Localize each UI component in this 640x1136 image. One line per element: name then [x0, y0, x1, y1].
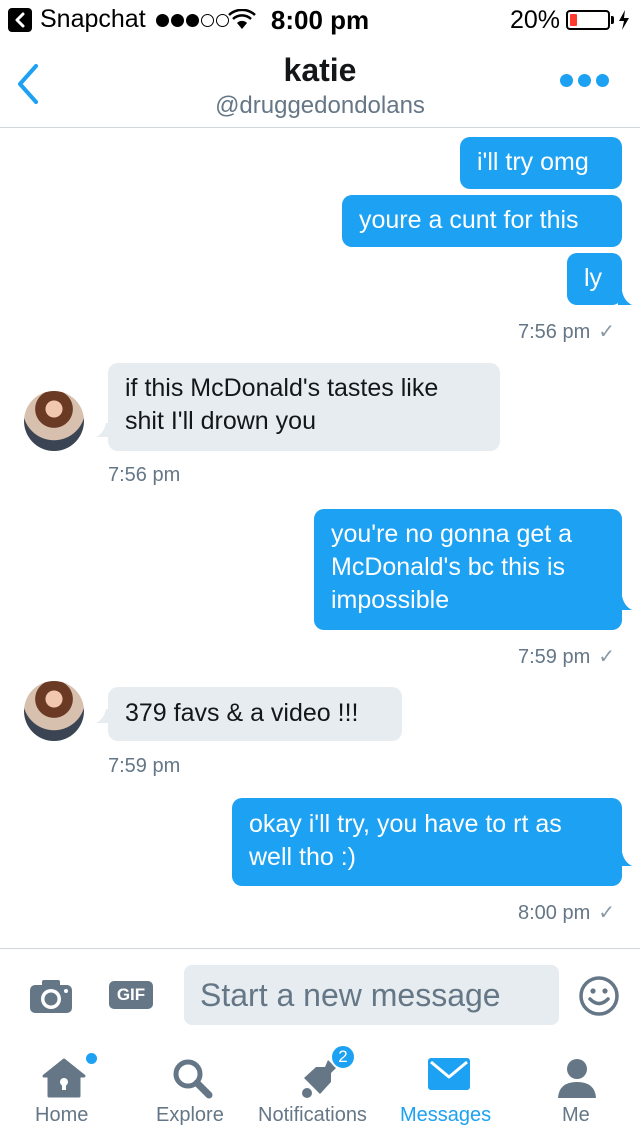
bottom-tab-bar: Home Explore 2 Notifications Messages Me: [0, 1040, 640, 1136]
battery-nub: [611, 16, 614, 24]
bubble-tail: [96, 423, 110, 437]
tab-label: Me: [562, 1104, 590, 1126]
charging-icon: [619, 10, 629, 30]
bubble-tail: [618, 596, 632, 610]
home-icon: [42, 1058, 86, 1098]
tab-explore[interactable]: Explore: [126, 1040, 254, 1136]
sent-message[interactable]: youre a cunt for this: [342, 195, 622, 247]
received-message[interactable]: 379 favs & a video !!!: [108, 687, 402, 741]
person-icon: [558, 1059, 596, 1098]
new-content-dot: [86, 1053, 97, 1064]
battery-icon: [566, 10, 610, 30]
gif-button[interactable]: GIF: [109, 981, 153, 1009]
tab-label: Explore: [156, 1104, 224, 1126]
tab-notifications[interactable]: 2 Notifications: [254, 1040, 384, 1136]
avatar[interactable]: [24, 681, 84, 741]
conversation-handle: @druggedondolans: [215, 92, 425, 119]
message-text: i'll try omg: [477, 148, 589, 176]
tab-messages[interactable]: Messages: [384, 1040, 512, 1136]
avatar[interactable]: [24, 391, 84, 451]
read-check-icon: ✓: [598, 902, 616, 924]
search-icon: [173, 1059, 213, 1099]
sent-message[interactable]: okay i'll try, you have to rt as well th…: [232, 798, 622, 886]
sent-message[interactable]: i'll try omg: [460, 137, 622, 189]
message-text: if this McDonald's tastes like shit I'll…: [125, 374, 439, 435]
message-text: 379 favs & a video !!!: [125, 699, 359, 727]
conversation-title[interactable]: katie: [0, 52, 640, 89]
message-timestamp: 7:59 pm ✓: [518, 646, 616, 668]
tab-me[interactable]: Me: [512, 1040, 640, 1136]
conversation-header: katie @druggedondolans: [0, 40, 640, 128]
envelope-icon: [428, 1058, 470, 1090]
emoji-icon[interactable]: [578, 975, 620, 1017]
message-timestamp: 7:59 pm: [108, 755, 181, 777]
tab-label: Messages: [400, 1104, 492, 1126]
camera-icon[interactable]: [28, 977, 74, 1015]
received-message[interactable]: if this McDonald's tastes like shit I'll…: [108, 363, 500, 451]
tab-home[interactable]: Home: [0, 1040, 126, 1136]
more-options-icon[interactable]: [560, 74, 609, 87]
message-composer: GIF Start a new message: [0, 948, 640, 1040]
bubble-tail: [96, 709, 110, 723]
tab-label: Notifications: [258, 1104, 367, 1126]
message-timestamp: 7:56 pm ✓: [518, 321, 616, 343]
message-text: okay i'll try, you have to rt as well th…: [249, 810, 562, 871]
bubble-tail: [618, 291, 632, 305]
notification-count-badge: 2: [330, 1044, 356, 1070]
message-timestamp: 8:00 pm ✓: [518, 902, 616, 924]
message-text: you're no gonna get a McDonald's bc this…: [331, 520, 573, 614]
bubble-tail: [618, 852, 632, 866]
sent-message[interactable]: you're no gonna get a McDonald's bc this…: [314, 509, 622, 630]
message-text: youre a cunt for this: [359, 206, 579, 234]
read-check-icon: ✓: [598, 646, 616, 668]
message-input[interactable]: Start a new message: [184, 965, 559, 1025]
battery-percent: 20%: [510, 6, 561, 34]
status-bar: Snapchat 8:00 pm 20%: [0, 0, 640, 40]
sent-message[interactable]: ly: [567, 253, 622, 305]
message-timestamp: 7:56 pm: [108, 464, 181, 486]
tab-label: Home: [35, 1104, 89, 1126]
message-thread[interactable]: i'll try omg youre a cunt for this ly 7:…: [0, 129, 640, 949]
message-text: ly: [584, 264, 603, 292]
read-check-icon: ✓: [598, 321, 616, 343]
